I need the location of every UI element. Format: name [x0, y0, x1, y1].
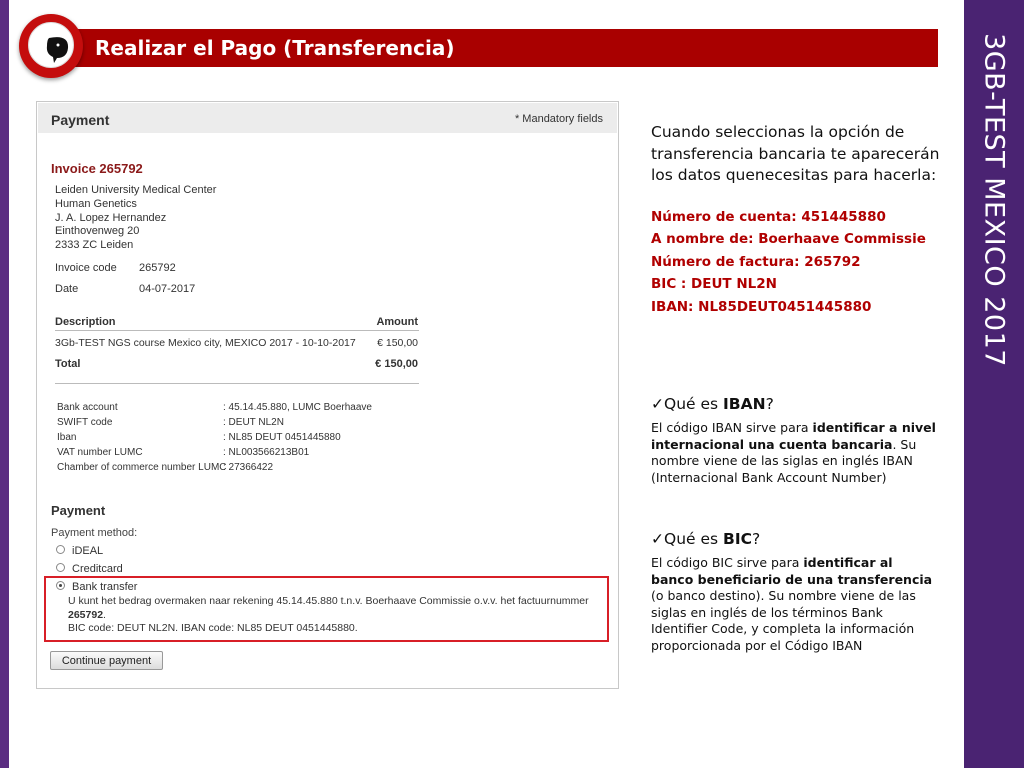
bic-question: ✓Qué es BIC? [651, 530, 760, 548]
checkmark-icon: ✓ [651, 530, 664, 548]
invoice-code-label: Invoice code [55, 262, 117, 274]
iban-q-prefix: Qué es [664, 395, 724, 413]
divider [55, 383, 419, 384]
address-line: Leiden University Medical Center [55, 184, 217, 196]
total-label: Total [55, 358, 81, 370]
date-label: Date [55, 283, 79, 295]
date-value: 04-07-2017 [139, 283, 196, 295]
radio-ideal[interactable] [56, 545, 65, 554]
payment-section-title: Payment [51, 503, 106, 518]
description-header: Description [55, 316, 116, 328]
bank-value: : 27366422 [223, 462, 274, 473]
amount-header: Amount [376, 316, 418, 328]
payment-header: Payment * Mandatory fields [38, 103, 617, 133]
detail-account-number: Número de cuenta: 451445880 [651, 208, 886, 225]
bic-answer-text: (o banco destino). Su nombre viene de la… [651, 588, 916, 653]
payment-method-label: Payment method: [51, 527, 138, 539]
address-line: J. A. Lopez Hernandez [55, 211, 167, 224]
bank-transfer-instructions: U kunt het bedrag overmaken naar rekenin… [68, 595, 598, 636]
detail-iban: IBAN: NL85DEUT0451445880 [651, 298, 872, 315]
invoice-title: Invoice 265792 [51, 161, 143, 176]
bank-label: Chamber of commerce number LUMC [57, 462, 227, 473]
bic-answer-text: El código BIC sirve para [651, 555, 804, 570]
total-amount: € 150,00 [375, 358, 418, 370]
iban-question: ✓Qué es IBAN? [651, 395, 774, 413]
checkmark-icon: ✓ [651, 395, 664, 413]
bt-codes-line: BIC code: DEUT NL2N. IBAN code: NL85 DEU… [68, 622, 358, 634]
iban-q-term: IBAN [723, 395, 766, 413]
slide-title: Realizar el Pago (Transferencia) [95, 36, 455, 60]
bt-invoice-number: 265792 [68, 608, 104, 621]
bank-label: Bank account [57, 402, 118, 413]
bank-value: : 45.14.45.880, LUMC Boerhaave [223, 402, 372, 413]
mandatory-note: * Mandatory fields [514, 113, 603, 125]
bt-invoice-suffix: . [103, 608, 106, 621]
detail-invoice-number: Número de factura: 265792 [651, 253, 861, 270]
radio-ideal-label[interactable]: iDEAL [72, 545, 103, 557]
bt-invoice-line: 265792. [68, 609, 598, 623]
transfer-details: Número de cuenta: 451445880 A nombre de:… [651, 206, 941, 319]
left-accent-bar [0, 0, 9, 768]
bic-q-prefix: Qué es [664, 530, 724, 548]
explanation-panel: Cuando seleccionas la opción de transfer… [651, 122, 941, 318]
continue-payment-button[interactable]: Continue payment [50, 651, 163, 670]
payment-form-screenshot: Payment * Mandatory fields Invoice 26579… [36, 101, 619, 689]
bank-value: : NL85 DEUT 0451445880 [223, 432, 341, 443]
bank-value: : DEUT NL2N [223, 417, 284, 428]
bank-values: : 45.14.45.880, LUMC Boerhaave : DEUT NL… [223, 400, 372, 475]
bank-labels: Bank account SWIFT code Iban VAT number … [57, 400, 227, 475]
billing-address: Leiden University Medical Center Human G… [55, 184, 216, 253]
iban-answer-text: El código IBAN sirve para [651, 420, 813, 435]
badge [19, 14, 83, 78]
radio-creditcard-label[interactable]: Creditcard [72, 563, 123, 575]
bank-label: VAT number LUMC [57, 447, 143, 458]
bic-q-suffix: ? [752, 530, 761, 548]
intro-text: Cuando seleccionas la opción de transfer… [651, 123, 940, 184]
badge-inner [28, 22, 74, 68]
iban-answer: El código IBAN sirve para identificar a … [651, 420, 936, 486]
divider [55, 330, 419, 331]
bt-instruction-line: U kunt het bedrag overmaken naar rekenin… [68, 595, 589, 607]
speech-bubble-icon [46, 37, 69, 63]
bic-q-term: BIC [723, 530, 752, 548]
invoice-code-value: 265792 [139, 262, 176, 274]
bank-label: Iban [57, 432, 77, 443]
bank-label: SWIFT code [57, 417, 113, 428]
detail-account-name: A nombre de: Boerhaave Commissie [651, 231, 926, 247]
address-line: Einthovenweg 20 [55, 225, 140, 238]
payment-header-title: Payment [51, 112, 110, 128]
line-description: 3Gb-TEST NGS course Mexico city, MEXICO … [55, 337, 356, 349]
detail-bic: BIC : DEUT NL2N [651, 276, 777, 292]
iban-q-suffix: ? [765, 395, 774, 413]
radio-bank-transfer-label[interactable]: Bank transfer [72, 581, 137, 593]
radio-creditcard[interactable] [56, 563, 65, 572]
side-title: 3GB-TEST MEXICO 2017 [978, 33, 1010, 367]
line-amount: € 150,00 [377, 337, 418, 349]
address-line: 2333 ZC Leiden [55, 239, 134, 252]
address-line: Human Genetics [55, 197, 137, 210]
radio-bank-transfer[interactable] [56, 581, 65, 590]
bank-value: : NL003566213B01 [223, 447, 310, 458]
bic-answer: El código BIC sirve para identificar al … [651, 555, 936, 654]
